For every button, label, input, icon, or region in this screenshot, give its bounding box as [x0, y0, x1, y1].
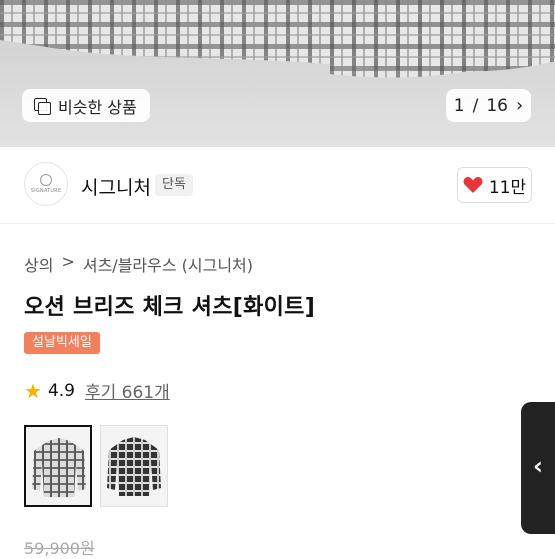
breadcrumb-separator: > [61, 252, 75, 271]
breadcrumb-item-top[interactable]: 상의 [24, 252, 53, 276]
chevron-left-icon: ‹ [533, 452, 543, 480]
logo-text: SIGNATURE [30, 188, 62, 194]
page-separator: / [472, 95, 479, 116]
rating-value: 4.9 [47, 380, 75, 401]
seller-name[interactable]: 시그니처 [81, 173, 151, 200]
original-price: 59,900원 [24, 539, 95, 558]
like-button[interactable]: 11만 [457, 167, 532, 203]
black-shirt-thumbnail [107, 437, 161, 496]
reviews-link[interactable]: 후기 661개 [85, 378, 170, 403]
like-count: 11만 [488, 177, 527, 198]
chevron-right-icon: › [516, 95, 524, 116]
breadcrumb-item-shirts[interactable]: 셔츠/블라우스 (시그니처) [83, 252, 253, 276]
product-title: 오션 브리즈 체크 셔츠[화이트] [24, 295, 316, 320]
variant-thumbnails [24, 425, 168, 507]
logo-mark-icon [40, 174, 52, 186]
variant-thumb-white[interactable] [24, 425, 92, 507]
rating-row: ★ 4.9 후기 661개 [24, 378, 170, 404]
product-image-gallery[interactable]: 비슷한 상품 1 / 16 › [0, 0, 555, 147]
heart-icon [463, 177, 483, 193]
exclusive-badge: 단독 [155, 174, 193, 196]
current-page: 1 [453, 95, 465, 116]
seller-row: SIGNATURE 시그니처 단독 11만 [0, 147, 555, 224]
breadcrumb: 상의 > 셔츠/블라우스 (시그니처) [24, 252, 253, 276]
image-pager-button[interactable]: 1 / 16 › [446, 89, 531, 122]
sale-badge: 설날빅세일 [24, 332, 100, 354]
total-pages: 16 [486, 95, 508, 116]
side-drawer-handle[interactable]: ‹ [521, 402, 555, 534]
copy-icon [34, 97, 51, 115]
seller-logo[interactable]: SIGNATURE [24, 162, 68, 206]
white-shirt-thumbnail [32, 438, 86, 497]
similar-products-button[interactable]: 비슷한 상품 [22, 89, 150, 122]
similar-products-label: 비슷한 상품 [58, 97, 137, 117]
variant-thumb-black[interactable] [100, 425, 168, 507]
star-icon: ★ [24, 378, 42, 403]
shirt-image [0, 0, 555, 78]
